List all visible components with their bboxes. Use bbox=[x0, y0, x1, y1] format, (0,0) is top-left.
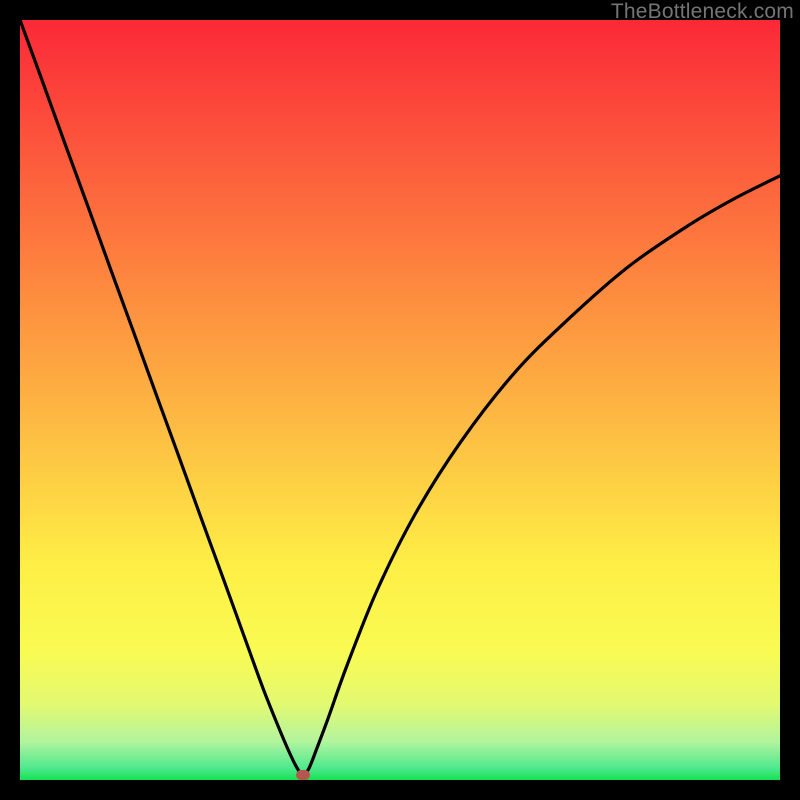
outer-black-frame: TheBottleneck.com bbox=[0, 0, 800, 800]
minimum-marker bbox=[296, 770, 310, 780]
plot-area bbox=[20, 20, 780, 780]
gradient-band bbox=[20, 779, 780, 780]
